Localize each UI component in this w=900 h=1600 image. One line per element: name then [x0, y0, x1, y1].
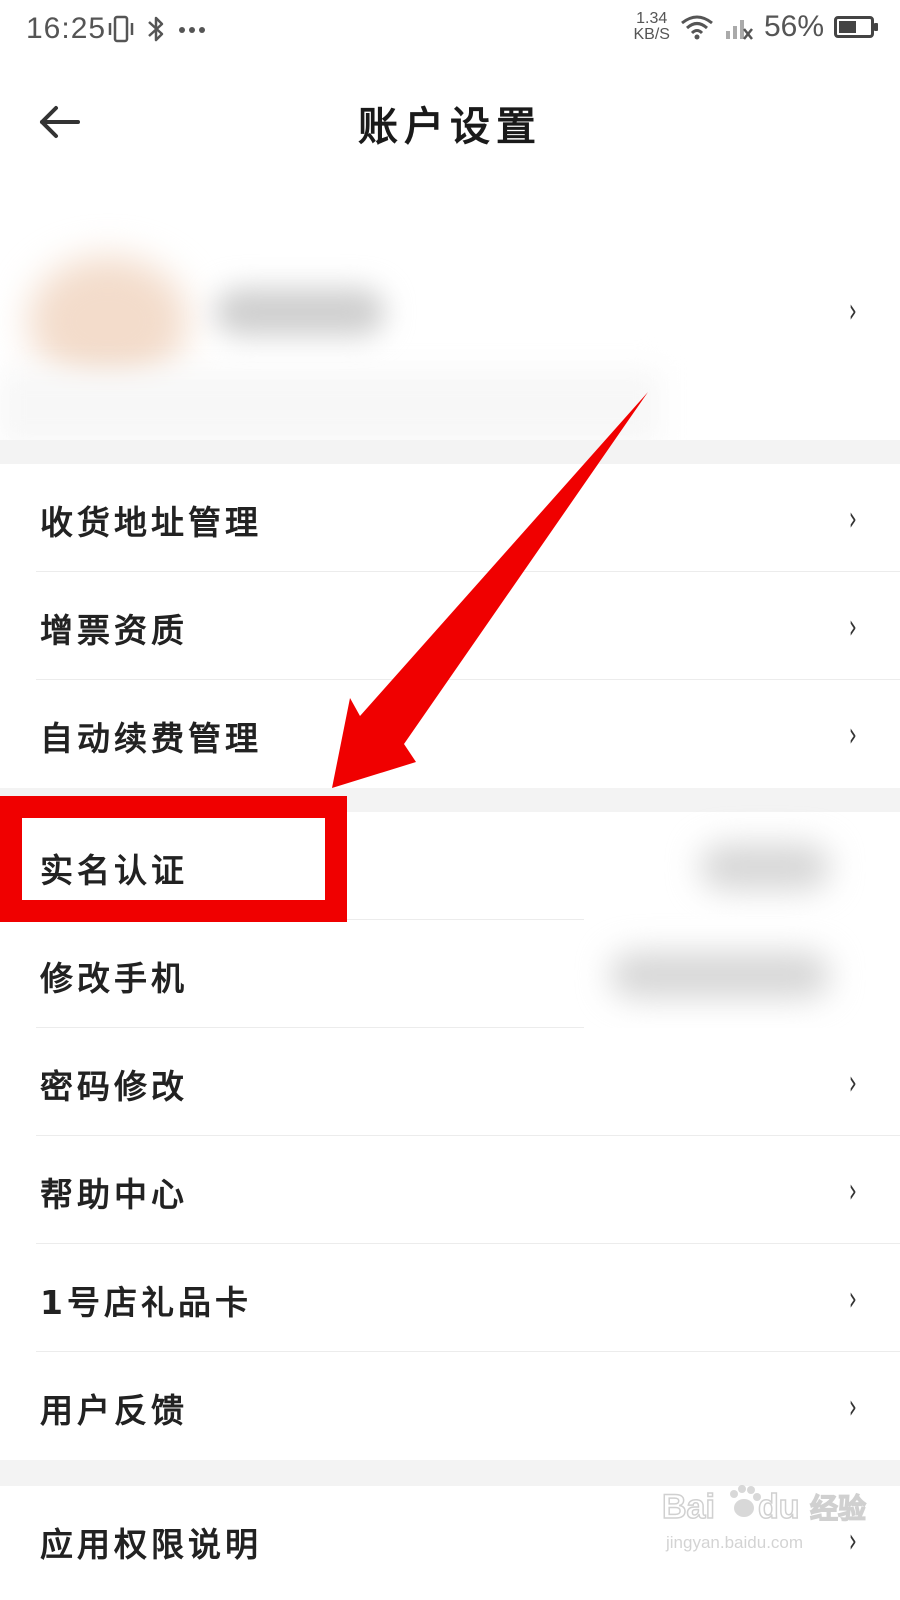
status-right-icons: 1.34 KB/S 56%	[633, 10, 878, 44]
section-divider	[0, 1460, 900, 1486]
menu-item-label: 帮助中心	[40, 1175, 188, 1214]
chevron-right-icon: ›	[849, 715, 858, 755]
menu-item-label: 收货地址管理	[40, 503, 262, 542]
menu-item-label: 应用权限说明	[40, 1525, 262, 1564]
menu-item-user-feedback[interactable]: 用户反馈 ›	[0, 1352, 900, 1460]
menu-item-change-phone[interactable]: 修改手机	[0, 920, 900, 1028]
chevron-right-icon: ›	[849, 291, 858, 331]
signal-no-sim-icon	[725, 20, 753, 40]
vibrate-icon	[108, 15, 134, 43]
menu-item-change-password[interactable]: 密码修改 ›	[0, 1028, 900, 1136]
menu-item-label: 自动续费管理	[40, 719, 262, 758]
network-speed: 1.34 KB/S	[633, 11, 669, 43]
network-speed-unit: KB/S	[633, 26, 670, 43]
menu-item-shipping-address[interactable]: 收货地址管理 ›	[0, 464, 900, 572]
chevron-right-icon: ›	[849, 1521, 858, 1561]
top-app-bar: 账户设置	[0, 70, 900, 174]
blurred-value	[610, 952, 830, 998]
menu-item-auto-renewal[interactable]: 自动续费管理 ›	[0, 680, 900, 788]
menu-item-vat-invoice[interactable]: 增票资质 ›	[0, 572, 900, 680]
chevron-right-icon: ›	[849, 499, 858, 539]
network-speed-value: 1.34	[636, 10, 668, 27]
menu-item-real-name-verification[interactable]: 实名认证	[0, 812, 900, 920]
section-divider	[0, 440, 900, 464]
menu-item-gift-card[interactable]: 1号店礼品卡 ›	[0, 1244, 900, 1352]
status-time: 16:25	[26, 12, 107, 45]
blurred-value	[700, 844, 830, 890]
more-dots-icon	[179, 27, 205, 33]
battery-percent: 56%	[763, 10, 824, 43]
menu-item-label: 密码修改	[40, 1067, 188, 1106]
status-left-icons	[108, 14, 206, 44]
avatar	[28, 256, 188, 386]
section-divider	[0, 788, 900, 812]
bluetooth-icon	[148, 16, 164, 42]
chevron-right-icon: ›	[849, 607, 858, 647]
menu-item-label: 修改手机	[40, 959, 188, 998]
profile-blurred-area	[0, 370, 660, 445]
menu-item-label: 实名认证	[40, 851, 188, 890]
page-title: 账户设置	[358, 104, 542, 150]
menu-item-label: 1号店礼品卡	[40, 1283, 252, 1322]
menu-item-app-permissions[interactable]: 应用权限说明 ›	[0, 1486, 900, 1594]
chevron-right-icon: ›	[849, 1171, 858, 1211]
battery-icon	[834, 16, 878, 38]
profile-name-blurred	[215, 288, 385, 336]
menu-item-label: 增票资质	[40, 611, 188, 650]
status-bar: 16:25 1.34 KB/S 56%	[0, 0, 900, 64]
profile-row[interactable]: ›	[0, 230, 900, 445]
menu-item-label: 用户反馈	[40, 1391, 188, 1430]
menu-item-help-center[interactable]: 帮助中心 ›	[0, 1136, 900, 1244]
account-settings-screen: 16:25 1.34 KB/S 56% 账户设置 › 收货地址管理 › 增票资质…	[0, 0, 900, 1600]
wifi-icon	[681, 15, 713, 40]
chevron-right-icon: ›	[849, 1387, 858, 1427]
chevron-right-icon: ›	[849, 1279, 858, 1319]
battery-level-fill	[839, 21, 856, 33]
chevron-right-icon: ›	[849, 1063, 858, 1103]
